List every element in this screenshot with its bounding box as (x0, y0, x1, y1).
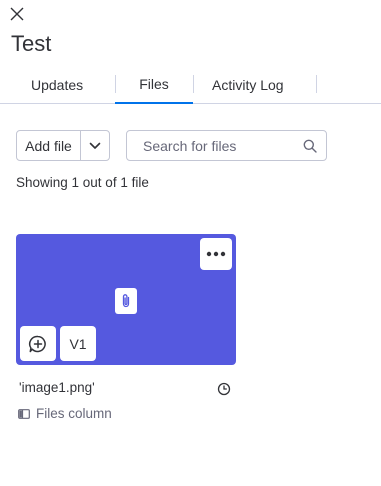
tab-divider (316, 75, 317, 93)
more-horizontal-icon (206, 251, 226, 257)
tab-files[interactable]: Files (115, 66, 193, 104)
attachment-icon (115, 288, 137, 314)
tab-bar: Updates Files Activity Log (0, 66, 381, 104)
version-button[interactable]: V1 (60, 326, 96, 361)
search-field (126, 130, 327, 161)
file-menu-button[interactable] (200, 238, 232, 270)
tab-updates[interactable]: Updates (31, 66, 83, 103)
file-column-label: Files column (36, 406, 112, 421)
tab-divider (193, 75, 194, 93)
add-comment-button[interactable] (20, 326, 56, 361)
page-title: Test (11, 31, 52, 56)
close-button[interactable] (6, 3, 28, 25)
close-icon (10, 7, 24, 21)
comment-add-icon (28, 335, 46, 352)
tab-activity-log[interactable]: Activity Log (212, 66, 284, 103)
add-file-dropdown-button[interactable] (81, 131, 109, 160)
clock-icon[interactable] (217, 382, 231, 396)
column-icon (18, 408, 30, 419)
results-count: Showing 1 out of 1 file (16, 175, 149, 190)
search-input[interactable] (127, 131, 297, 160)
search-icon[interactable] (303, 139, 317, 153)
add-file-button[interactable]: Add file (17, 131, 81, 160)
chevron-down-icon (89, 142, 101, 149)
file-column-info: Files column (18, 406, 112, 421)
file-card[interactable]: V1 (16, 234, 236, 365)
add-file-split-button: Add file (16, 130, 110, 161)
file-name[interactable]: 'image1.png' (19, 380, 95, 395)
